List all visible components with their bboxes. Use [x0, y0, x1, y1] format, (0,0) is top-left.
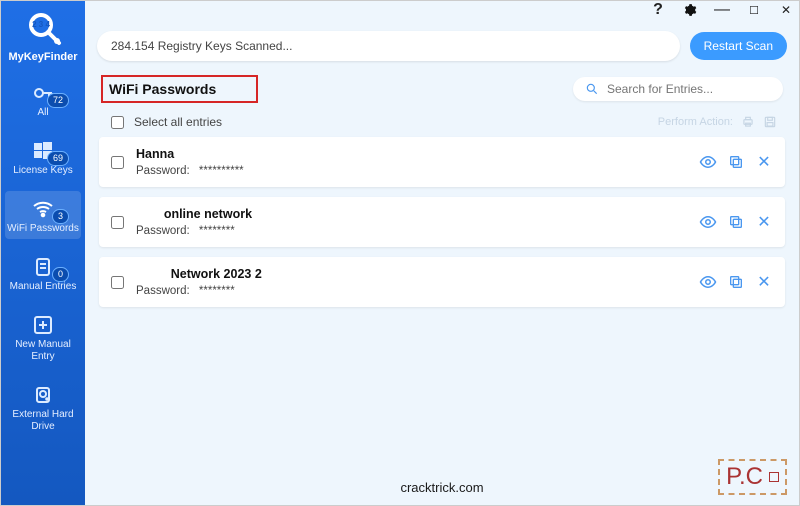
sidebar-item-new-manual[interactable]: New Manual Entry	[5, 307, 81, 367]
minimize-button[interactable]: —	[715, 3, 729, 17]
password-label: Password:	[136, 225, 190, 237]
main-area: ? — ☐ ✕ 284.154 Registry Keys Scanned...…	[85, 1, 799, 505]
sidebar-item-wifi[interactable]: 3 WiFi Passwords	[5, 191, 81, 239]
password-mask: ********	[199, 225, 235, 237]
sidebar-item-all[interactable]: 72 All	[5, 75, 81, 123]
entry-row: xxxxonline network Password: ******** ✕	[99, 197, 785, 247]
search-icon	[585, 82, 599, 96]
section-title: WiFi Passwords	[109, 81, 216, 97]
password-label: Password:	[136, 165, 190, 177]
eye-icon[interactable]	[699, 213, 717, 231]
entry-name: xxxxonline network	[136, 207, 699, 221]
perform-action-area: Perform Action:	[658, 115, 777, 129]
sidebar-item-license[interactable]: 69 License Keys	[5, 133, 81, 181]
copy-icon[interactable]	[727, 153, 745, 171]
sidebar-item-label: New Manual Entry	[7, 339, 79, 363]
search-input[interactable]	[607, 82, 771, 96]
help-button[interactable]: ?	[651, 3, 665, 17]
logo-digits: 2 3 4	[32, 20, 50, 29]
search-box[interactable]	[573, 77, 783, 101]
corner-watermark: P.C	[718, 459, 787, 495]
sidebar: 2 3 4 MyKeyFinder 72 All 69 License Keys…	[1, 1, 85, 505]
delete-icon[interactable]: ✕	[755, 213, 773, 231]
eye-icon[interactable]	[699, 273, 717, 291]
entry-row: Hanna Password: ********** ✕	[99, 137, 785, 187]
close-button[interactable]: ✕	[779, 3, 793, 17]
section-header: WiFi Passwords	[85, 71, 799, 111]
select-all-checkbox[interactable]	[111, 116, 124, 129]
entries-list: Hanna Password: ********** ✕ xxxxonline …	[85, 137, 799, 317]
entry-row: xxxxxNetwork 2023 2 Password: ******** ✕	[99, 257, 785, 307]
copy-icon[interactable]	[727, 213, 745, 231]
scan-status: 284.154 Registry Keys Scanned...	[97, 31, 680, 61]
harddrive-icon	[7, 381, 79, 409]
select-all-row: Select all entries Perform Action:	[85, 111, 799, 137]
password-mask: **********	[199, 165, 244, 177]
entry-name: xxxxxNetwork 2023 2	[136, 267, 699, 281]
badge-count: 0	[52, 267, 69, 282]
sidebar-item-label: WiFi Passwords	[7, 223, 79, 235]
settings-button[interactable]	[683, 3, 697, 17]
app-name: MyKeyFinder	[1, 51, 85, 63]
entry-name: Hanna	[136, 147, 699, 161]
sidebar-item-manual[interactable]: 0 Manual Entries	[5, 249, 81, 297]
sidebar-item-label: License Keys	[7, 165, 79, 177]
delete-icon[interactable]: ✕	[755, 153, 773, 171]
sidebar-item-label: External Hard Drive	[7, 409, 79, 433]
app-logo-icon: 2 3 4	[1, 9, 85, 49]
password-mask: ********	[199, 285, 235, 297]
password-label: Password:	[136, 285, 190, 297]
delete-icon[interactable]: ✕	[755, 273, 773, 291]
perform-action-label: Perform Action:	[658, 116, 733, 128]
sidebar-item-external[interactable]: External Hard Drive	[5, 377, 81, 437]
copy-icon[interactable]	[727, 273, 745, 291]
app-logo: 2 3 4 MyKeyFinder	[1, 5, 85, 71]
entry-checkbox[interactable]	[111, 216, 124, 229]
plus-icon	[7, 311, 79, 339]
window-controls: ? — ☐ ✕	[651, 3, 793, 17]
save-icon[interactable]	[763, 115, 777, 129]
watermark-text: cracktrick.com	[400, 480, 483, 495]
print-icon[interactable]	[741, 115, 755, 129]
eye-icon[interactable]	[699, 153, 717, 171]
badge-count: 72	[47, 93, 69, 108]
badge-count: 3	[52, 209, 69, 224]
sidebar-item-label: Manual Entries	[7, 281, 79, 293]
badge-count: 69	[47, 151, 69, 166]
entry-checkbox[interactable]	[111, 156, 124, 169]
scan-bar: 284.154 Registry Keys Scanned... Restart…	[97, 31, 787, 61]
maximize-button[interactable]: ☐	[747, 3, 761, 17]
section-title-highlight: WiFi Passwords	[101, 75, 258, 103]
restart-scan-button[interactable]: Restart Scan	[690, 32, 787, 60]
select-all-label: Select all entries	[134, 115, 222, 129]
sidebar-item-label: All	[7, 107, 79, 119]
entry-checkbox[interactable]	[111, 276, 124, 289]
